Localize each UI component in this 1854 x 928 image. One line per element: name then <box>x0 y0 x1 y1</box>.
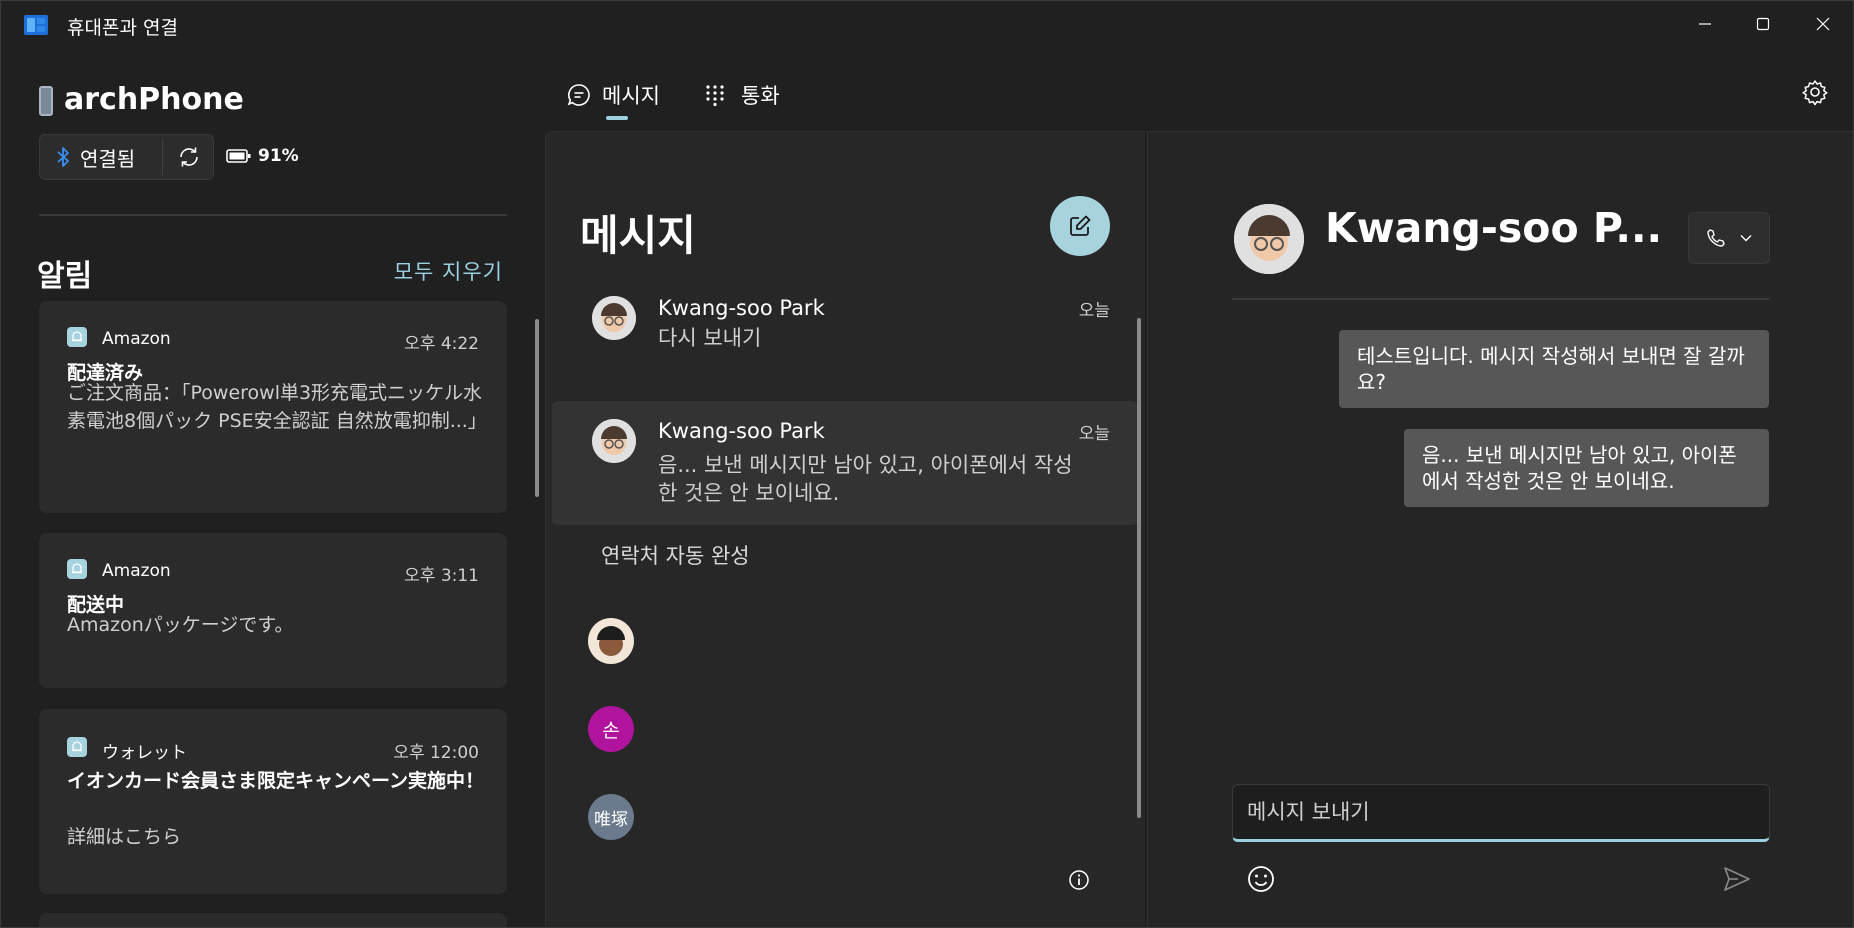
app-window: 휴대폰과 연결 archPhone 연결됨 91% 알림 모두 지우기 Amaz… <box>0 0 1854 928</box>
message-bubble-sent[interactable]: 음... 보낸 메시지만 남아 있고, 아이폰에서 작성한 것은 안 보이네요. <box>1404 429 1769 507</box>
tab-calls[interactable]: 통화 <box>705 77 780 113</box>
maximize-icon <box>1756 17 1770 31</box>
notification-body: ご注文商品：｢Powerowl単3形充電式ニッケル水素電池8個パック PSE安全… <box>67 382 483 432</box>
dialpad-icon <box>706 85 724 106</box>
bluetooth-connection-button[interactable]: 연결됨 <box>40 135 162 179</box>
emoji-icon <box>1248 866 1274 892</box>
new-message-button[interactable] <box>1050 196 1110 256</box>
notification-time: 오후 4:22 <box>404 334 479 354</box>
notification-list: Amazon 오후 4:22 配達済み ご注文商品：｢Powerowl単3形充電… <box>39 299 509 927</box>
messages-title: 메시지 <box>580 211 696 260</box>
contact-avatar[interactable]: 唯塚 <box>588 794 634 840</box>
notification-time: 오후 3:11 <box>404 566 479 586</box>
conversation-scrollbar[interactable] <box>1137 318 1141 818</box>
contact-autocomplete-label: 연락처 자동 완성 <box>601 544 750 568</box>
contact-avatar <box>592 296 636 340</box>
call-button[interactable] <box>1688 212 1770 264</box>
settings-button[interactable] <box>1801 78 1829 106</box>
conversation-preview: 음... 보낸 메시지만 남아 있고, 아이폰에서 작성한 것은 안 보이네요. <box>658 453 1073 505</box>
phone-icon <box>39 86 53 116</box>
conversation-time: 오늘 <box>1078 301 1110 321</box>
conversation-contact-name: Kwang-soo Park <box>658 419 825 443</box>
notification-card[interactable] <box>39 913 507 927</box>
device-name: archPhone <box>64 82 244 117</box>
notifications-title: 알림 <box>37 259 93 294</box>
contact-avatar <box>592 419 636 463</box>
notifications-scrollbar[interactable] <box>535 319 539 497</box>
phone-call-icon <box>1707 229 1725 247</box>
message-input[interactable] <box>1233 785 1769 839</box>
title-bar: 휴대폰과 연결 <box>1 1 1853 49</box>
compose-icon <box>1070 215 1091 236</box>
bell-icon <box>67 559 87 579</box>
tab-messages-label: 메시지 <box>602 84 660 108</box>
tab-calls-label: 통화 <box>741 84 780 108</box>
gear-icon <box>1802 80 1828 106</box>
contact-avatar[interactable]: 손 <box>588 706 634 752</box>
close-icon <box>1816 17 1830 31</box>
sync-button[interactable] <box>164 135 214 179</box>
notification-body: 詳細はこちら <box>67 826 182 848</box>
notification-heading: イオンカード会員さま限定キャンペーン実施中！ <box>67 770 485 792</box>
tab-messages[interactable]: 메시지 <box>566 77 660 113</box>
send-button[interactable] <box>1722 864 1752 894</box>
notification-card[interactable]: Amazon 오후 4:22 配達済み ご注文商品：｢Powerowl単3形充電… <box>39 301 507 513</box>
send-icon <box>1724 867 1750 891</box>
conversation-time: 오늘 <box>1078 424 1110 444</box>
notification-app-name: Amazon <box>102 561 171 581</box>
panel-divider <box>39 214 507 216</box>
device-panel: archPhone 연결됨 91% 알림 모두 지우기 Amazon 오후 4:… <box>1 49 545 927</box>
chat-contact-name: Kwang-soo P... <box>1325 204 1663 252</box>
conversation-preview: 다시 보내기 <box>658 326 762 350</box>
battery-status: 91% <box>226 146 299 166</box>
minimize-icon <box>1699 23 1711 25</box>
info-button[interactable] <box>1068 869 1090 891</box>
chat-header-divider <box>1232 298 1770 300</box>
contact-avatar[interactable] <box>588 618 634 664</box>
minimize-button[interactable] <box>1685 9 1725 39</box>
chat-contact-avatar <box>1234 204 1304 274</box>
conversation-item[interactable]: Kwang-soo Park 오늘 다시 보내기 <box>552 262 1138 358</box>
notification-card[interactable]: Amazon 오후 3:11 配送中 Amazonパッケージです。 <box>39 533 507 688</box>
connection-divider <box>162 139 163 175</box>
notification-app-name: Amazon <box>102 329 171 349</box>
chat-panel: Kwang-soo P... 테스트입니다. 메시지 작성해서 보내면 잘 갈까… <box>1147 131 1853 927</box>
conversation-contact-name: Kwang-soo Park <box>658 296 825 320</box>
refresh-icon <box>180 147 198 167</box>
phone-link-app-icon <box>24 15 48 35</box>
main-tabs: 메시지 통화 <box>545 49 1853 129</box>
chat-bubble-icon <box>567 84 590 106</box>
chevron-down-icon <box>1740 235 1752 242</box>
bluetooth-icon <box>57 147 69 167</box>
notification-app-name: ウォレット <box>102 743 187 763</box>
message-bubble-sent[interactable]: 테스트입니다. 메시지 작성해서 보내면 잘 갈까요? <box>1339 330 1769 408</box>
info-icon <box>1069 870 1089 890</box>
window-title: 휴대폰과 연결 <box>67 17 178 39</box>
active-tab-indicator <box>606 116 628 120</box>
notification-body: Amazonパッケージです。 <box>67 614 294 636</box>
close-button[interactable] <box>1803 9 1843 39</box>
bell-icon <box>67 327 87 347</box>
clear-all-button[interactable]: 모두 지우기 <box>394 256 503 286</box>
connection-status-label: 연결됨 <box>80 146 136 171</box>
battery-percent: 91% <box>258 146 299 166</box>
notification-card[interactable]: ウォレット 오후 12:00 イオンカード会員さま限定キャンペーン実施中！ 詳細… <box>39 709 507 894</box>
battery-icon <box>226 149 251 163</box>
bell-icon <box>67 737 87 757</box>
maximize-button[interactable] <box>1743 9 1783 39</box>
connection-control: 연결됨 <box>39 134 214 180</box>
emoji-button[interactable] <box>1246 864 1276 894</box>
conversation-list-panel: 메시지 Kwang-soo Park 오늘 다시 보내기 Kwang-soo P… <box>545 131 1145 927</box>
conversation-item-selected[interactable]: Kwang-soo Park 오늘 음... 보낸 메시지만 남아 있고, 아이… <box>552 401 1138 525</box>
notification-time: 오후 12:00 <box>393 743 479 763</box>
message-input-container <box>1232 784 1770 842</box>
